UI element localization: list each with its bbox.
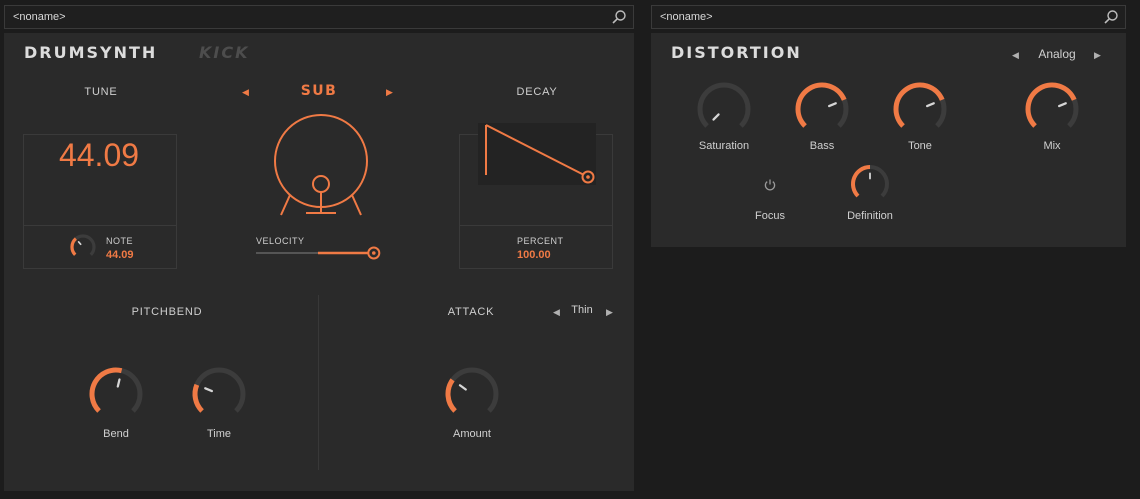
knob-pointer xyxy=(1057,102,1067,108)
knob-value-arc xyxy=(89,367,123,413)
saturation-knob[interactable] xyxy=(694,79,754,139)
distortion-preset-search-bar[interactable]: <noname> xyxy=(651,5,1126,29)
pitchbend-label: PITCHBEND xyxy=(131,306,203,318)
knob-track xyxy=(445,367,499,413)
mix-label: Mix xyxy=(1043,140,1061,152)
tune-value-display[interactable]: 44.09 xyxy=(24,137,174,174)
engine-next-arrow[interactable]: ▶ xyxy=(386,87,393,98)
distortion-panel: DISTORTION ◀ Analog ▶ Saturation Bass To… xyxy=(651,33,1126,247)
knob-pointer xyxy=(458,384,467,391)
amount-knob[interactable] xyxy=(442,364,502,424)
knob-value-arc xyxy=(70,237,78,256)
engine-prev-arrow[interactable]: ◀ xyxy=(242,87,249,98)
distortion-preset-name: <noname> xyxy=(660,11,713,23)
decay-divider xyxy=(459,225,613,226)
knob-pointer xyxy=(712,113,720,121)
tone-knob[interactable] xyxy=(890,79,950,139)
knob-value-arc xyxy=(795,82,847,128)
preset-search-bar[interactable]: <noname> xyxy=(4,5,634,29)
attack-mode-prev-arrow[interactable]: ◀ xyxy=(553,307,560,318)
knob-value-arc xyxy=(445,378,457,413)
bass-label: Bass xyxy=(809,140,835,152)
distortion-mode-prev-arrow[interactable]: ◀ xyxy=(1012,50,1019,61)
saturation-label: Saturation xyxy=(698,140,750,152)
brand-title: DRUMSYNTH xyxy=(24,43,158,62)
bend-knob[interactable] xyxy=(86,364,146,424)
knob-track xyxy=(697,82,751,128)
knob-pointer xyxy=(827,102,837,108)
knob-pointer xyxy=(77,241,82,246)
preset-name: <noname> xyxy=(13,11,66,23)
tune-label: TUNE xyxy=(84,86,118,98)
knob-pointer xyxy=(116,378,121,388)
knob-value-arc xyxy=(1025,82,1077,128)
knob-value-arc xyxy=(192,383,204,413)
amount-label: Amount xyxy=(453,428,491,440)
velocity-slider[interactable] xyxy=(254,245,390,261)
decay-envelope-graph[interactable] xyxy=(478,121,596,187)
bend-label: Bend xyxy=(103,428,129,440)
tune-divider xyxy=(23,225,177,226)
definition-knob[interactable] xyxy=(847,161,893,207)
focus-power-icon[interactable] xyxy=(763,178,777,192)
knob-pointer xyxy=(925,102,935,108)
note-label: NOTE xyxy=(106,236,134,246)
engine-name: SUB xyxy=(300,83,338,99)
attack-mode-next-arrow[interactable]: ▶ xyxy=(606,307,613,318)
time-label: Time xyxy=(206,428,232,440)
distortion-title: DISTORTION xyxy=(671,43,802,62)
distortion-mode-value[interactable]: Analog xyxy=(1026,47,1088,61)
lower-divider xyxy=(318,295,319,470)
model-title: KICK xyxy=(199,43,250,62)
tone-label: Tone xyxy=(908,140,932,152)
knob-pointer xyxy=(204,387,214,393)
search-icon[interactable] xyxy=(611,9,627,25)
knob-value-arc xyxy=(893,82,945,128)
percent-label: PERCENT xyxy=(517,236,564,246)
definition-label: Definition xyxy=(847,210,893,222)
knob-track xyxy=(192,367,246,413)
attack-label: ATTACK xyxy=(447,306,495,318)
tune-knob[interactable] xyxy=(68,232,98,262)
attack-mode-value[interactable]: Thin xyxy=(566,304,598,316)
time-knob[interactable] xyxy=(189,364,249,424)
percent-value[interactable]: 100.00 xyxy=(517,249,551,261)
distortion-mode-next-arrow[interactable]: ▶ xyxy=(1094,50,1101,61)
kick-drum-icon xyxy=(274,114,368,216)
decay-label: DECAY xyxy=(516,86,558,98)
knob-value-arc xyxy=(851,165,871,198)
focus-label: Focus xyxy=(755,210,785,222)
mix-knob[interactable] xyxy=(1022,79,1082,139)
bass-knob[interactable] xyxy=(792,79,852,139)
search-icon[interactable] xyxy=(1103,9,1119,25)
note-value[interactable]: 44.09 xyxy=(106,249,134,261)
drumsynth-panel: DRUMSYNTH KICK TUNE 44.09 NOTE 44.09 ◀ S… xyxy=(4,33,634,491)
